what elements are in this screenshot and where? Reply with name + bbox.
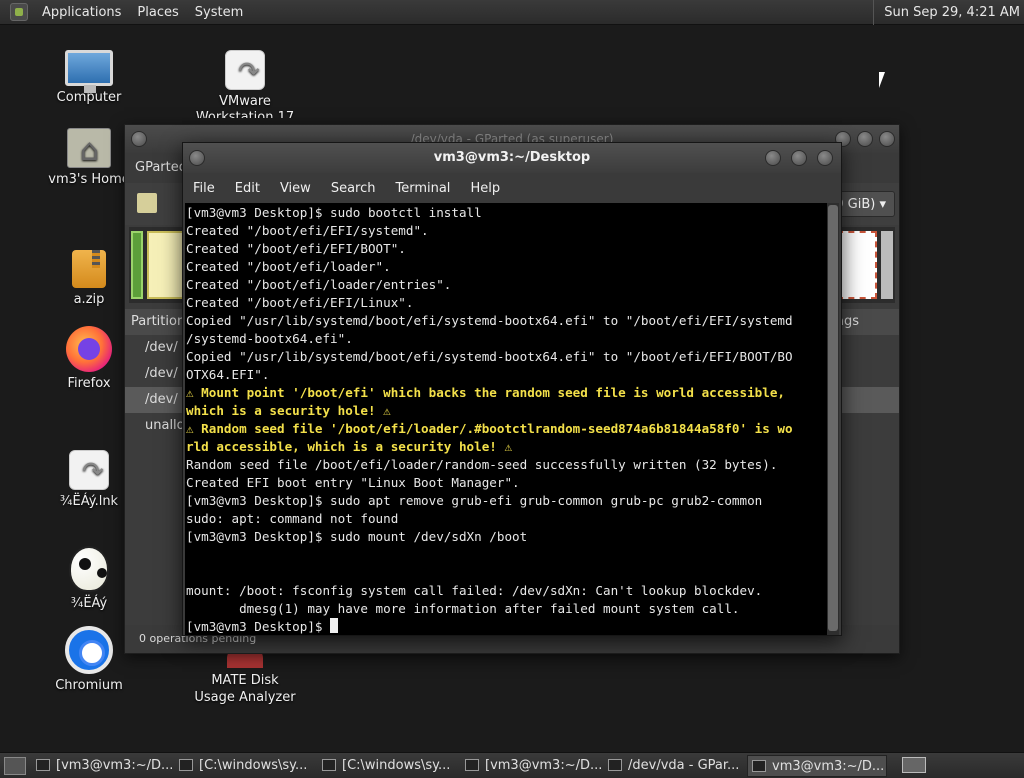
partition-segment[interactable] <box>881 231 893 299</box>
close-button[interactable] <box>879 131 895 147</box>
top-panel: Applications Places System Sun Sep 29, 4… <box>0 0 1024 25</box>
column-partition[interactable]: Partition <box>131 314 185 329</box>
menu-terminal[interactable]: Terminal <box>385 181 460 196</box>
menu-system[interactable]: System <box>187 5 251 20</box>
partition-segment[interactable] <box>131 231 143 299</box>
terminal-line: [vm3@vm3 Desktop]$ sudo mount /dev/sdXn … <box>186 529 528 544</box>
terminal-window: vm3@vm3:~/Desktop File Edit View Search … <box>182 142 842 636</box>
menu-places[interactable]: Places <box>129 5 186 20</box>
terminal-line: /systemd-bootx64.efi". <box>186 331 353 346</box>
maximize-button[interactable] <box>791 150 807 166</box>
taskbar-button-label: /dev/vda - GPar... <box>628 757 740 773</box>
scrollbar-thumb[interactable] <box>828 205 838 631</box>
taskbar-button[interactable]: [vm3@vm3:~/D... <box>461 755 601 777</box>
partition-segment[interactable] <box>147 231 187 299</box>
taskbar-button-label: [C:\windows\sy... <box>342 757 451 773</box>
terminal-line: Created "/boot/efi/loader/entries". <box>186 277 452 292</box>
desktop-icon-label: Chromium <box>55 678 123 693</box>
taskbar-button[interactable]: vm3@vm3:~/D... <box>747 754 887 777</box>
egg-app-icon <box>69 546 109 592</box>
home-folder-icon <box>67 128 111 168</box>
terminal-prompt: [vm3@vm3 Desktop]$ <box>186 619 331 634</box>
taskbar-button-label: vm3@vm3:~/D... <box>772 758 885 774</box>
terminal-line: Random seed file /boot/efi/loader/random… <box>186 457 778 472</box>
shortcut-icon <box>69 450 109 490</box>
menu-view[interactable]: View <box>270 181 321 196</box>
terminal-line: Copied "/usr/lib/systemd/boot/efi/system… <box>186 349 793 364</box>
menu-gparted[interactable]: GParted <box>135 160 187 175</box>
terminal-line: sudo: apt: command not found <box>186 511 399 526</box>
close-button[interactable] <box>817 150 833 166</box>
terminal-line: Created EFI boot entry "Linux Boot Manag… <box>186 475 520 490</box>
computer-icon <box>65 50 113 93</box>
text-cursor <box>330 618 339 633</box>
panel-clock[interactable]: Sun Sep 29, 4:21 AM <box>873 0 1020 25</box>
taskbar-button[interactable]: /dev/vda - GPar... <box>604 755 744 777</box>
desktop-icon-vmware[interactable]: VMware Workstation 17 Player.lnk <box>180 50 310 118</box>
firefox-icon <box>66 326 112 372</box>
terminal-scrollbar[interactable] <box>827 203 839 635</box>
menu-search[interactable]: Search <box>321 181 386 196</box>
taskbar-button-label: [C:\windows\sy... <box>199 757 308 773</box>
terminal-line: rld accessible, which is a security hole… <box>186 439 513 454</box>
window-menu-button[interactable] <box>131 131 147 147</box>
terminal-line: Created "/boot/efi/EFI/systemd". <box>186 223 429 238</box>
mouse-pointer-icon <box>879 72 891 88</box>
window-icon <box>36 758 50 771</box>
window-icon <box>608 758 622 771</box>
terminal-menubar: File Edit View Search Terminal Help <box>183 173 841 203</box>
window-menu-button[interactable] <box>189 150 205 166</box>
terminal-prompt-line: [vm3@vm3 Desktop]$ <box>186 618 827 635</box>
chromium-icon <box>65 626 113 674</box>
taskbar-button-label: [vm3@vm3:~/D... <box>56 757 172 773</box>
terminal-line: Created "/boot/efi/loader". <box>186 259 391 274</box>
shortcut-icon <box>225 50 265 90</box>
window-title: vm3@vm3:~/Desktop <box>433 150 591 165</box>
taskbar-button[interactable]: [C:\windows\sy... <box>318 755 458 777</box>
terminal-line: Created "/boot/efi/EFI/BOOT". <box>186 241 406 256</box>
taskbar-button[interactable]: [C:\windows\sy... <box>175 755 315 777</box>
menu-file[interactable]: File <box>183 181 225 196</box>
taskbar-button[interactable]: [vm3@vm3:~/D... <box>32 755 172 777</box>
terminal-titlebar[interactable]: vm3@vm3:~/Desktop <box>183 143 841 173</box>
mate-menu-icon[interactable] <box>10 3 28 21</box>
terminal-line: mount: /boot: fsconfig system call faile… <box>186 583 763 598</box>
new-partition-icon[interactable] <box>137 193 157 213</box>
menu-applications[interactable]: Applications <box>34 5 129 20</box>
terminal-line: Created "/boot/efi/EFI/Linux". <box>186 295 414 310</box>
window-icon <box>465 758 479 771</box>
show-desktop-button[interactable] <box>4 756 26 775</box>
archive-icon <box>72 250 106 288</box>
menu-edit[interactable]: Edit <box>225 181 270 196</box>
terminal-line: [vm3@vm3 Desktop]$ sudo apt remove grub-… <box>186 493 763 508</box>
maximize-button[interactable] <box>857 131 873 147</box>
terminal-line: dmesg(1) may have more information after… <box>186 601 740 616</box>
partition-segment[interactable] <box>837 231 877 299</box>
terminal-line: ⚠ Random seed file '/boot/efi/loader/.#b… <box>186 421 793 436</box>
terminal-output[interactable]: [vm3@vm3 Desktop]$ sudo bootctl install C… <box>185 203 827 635</box>
desktop-icon-label: MATE Disk Usage Analyzer <box>194 673 296 705</box>
desktop-icon-label: VMware Workstation 17 Player.lnk <box>195 94 295 118</box>
bottom-taskbar: [vm3@vm3:~/D... [C:\windows\sy... [C:\wind… <box>0 752 1024 778</box>
workspace-switcher[interactable] <box>902 757 926 773</box>
terminal-line: Copied "/usr/lib/systemd/boot/efi/system… <box>186 313 793 328</box>
taskbar-button-label: [vm3@vm3:~/D... <box>485 757 601 773</box>
terminal-line: which is a security hole! ⚠ <box>186 403 391 418</box>
window-icon <box>322 758 336 771</box>
menu-help[interactable]: Help <box>460 181 510 196</box>
window-icon <box>179 758 193 771</box>
terminal-line: OTX64.EFI". <box>186 367 270 382</box>
desktop-icon-computer[interactable]: Computer <box>24 46 154 105</box>
terminal-line: [vm3@vm3 Desktop]$ sudo bootctl install <box>186 205 482 220</box>
window-icon <box>752 759 766 772</box>
terminal-line: ⚠ Mount point '/boot/efi' which backs th… <box>186 385 785 400</box>
minimize-button[interactable] <box>765 150 781 166</box>
desktop-icon-disk-usage[interactable]: MATE Disk Usage Analyzer <box>180 648 310 706</box>
